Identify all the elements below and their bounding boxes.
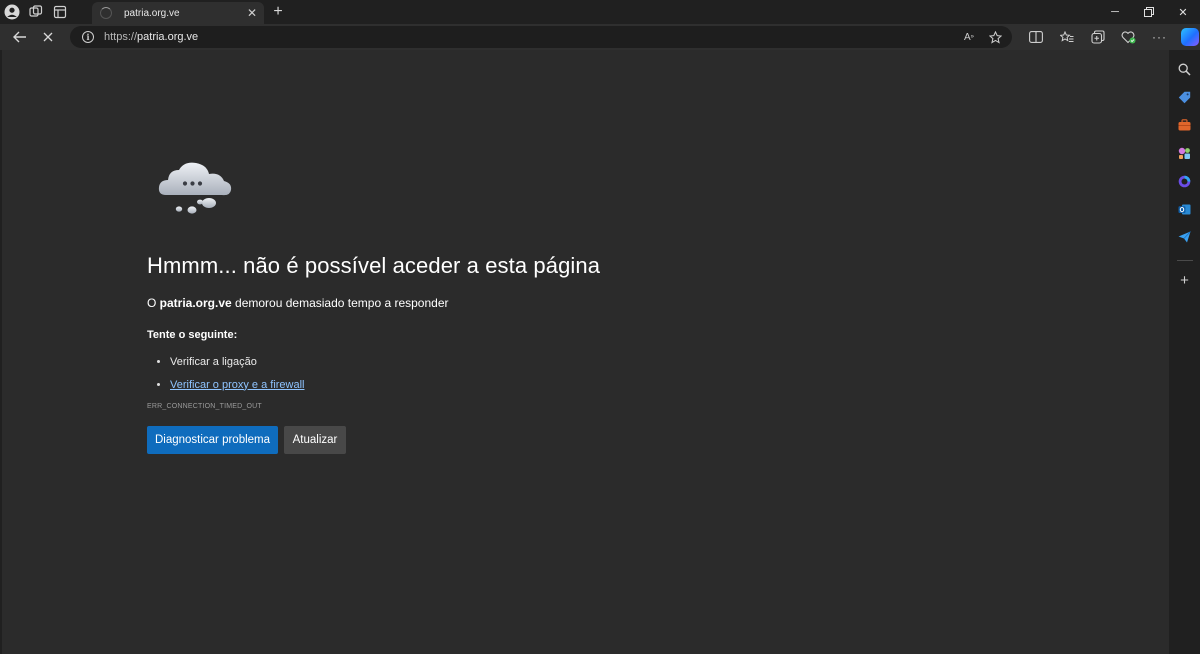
back-icon[interactable]	[6, 24, 34, 50]
split-screen-icon[interactable]	[1020, 24, 1051, 50]
more-icon[interactable]: ···	[1144, 24, 1175, 50]
error-description: O patria.org.ve demorou demasiado tempo …	[147, 296, 449, 310]
browser-essentials-icon[interactable]	[1113, 24, 1144, 50]
close-tab-icon[interactable]: ✕	[244, 5, 260, 21]
stop-icon[interactable]	[34, 24, 62, 50]
cloud-error-icon	[158, 162, 232, 214]
drop-icon[interactable]	[1174, 226, 1196, 248]
check-proxy-firewall-link[interactable]: Verificar o proxy e a firewall	[170, 379, 305, 391]
list-item: Verificar a ligação	[157, 350, 305, 373]
suggestions-list: Verificar a ligação Verificar o proxy e …	[157, 350, 305, 396]
microsoft-365-icon[interactable]	[1174, 170, 1196, 192]
tab-actions-icon[interactable]	[48, 0, 72, 24]
window-controls: ─ ✕	[1098, 0, 1200, 24]
list-item: Verificar o proxy e a firewall	[157, 373, 305, 396]
active-tab[interactable]: patria.org.ve ✕	[92, 2, 264, 24]
restore-icon[interactable]	[1132, 0, 1166, 24]
profile-icon[interactable]	[0, 0, 24, 24]
sidebar: +	[1169, 50, 1200, 654]
favorites-icon[interactable]	[1051, 24, 1082, 50]
outlook-icon[interactable]	[1174, 198, 1196, 220]
close-window-icon[interactable]: ✕	[1166, 0, 1200, 24]
read-aloud-icon[interactable]: A»	[960, 28, 978, 46]
new-tab-button[interactable]: +	[268, 2, 288, 22]
toolbar: ···	[1020, 24, 1199, 50]
search-icon[interactable]	[1174, 58, 1196, 80]
url-text[interactable]: https://patria.org.ve	[104, 31, 198, 43]
suggestions-heading: Tente o seguinte:	[147, 329, 238, 341]
sidebar-divider	[1176, 260, 1193, 261]
loading-spinner-icon	[100, 7, 112, 19]
copilot-icon[interactable]	[1181, 28, 1199, 46]
error-headline: Hmmm... não é possível aceder a esta pág…	[147, 253, 601, 278]
favorite-icon[interactable]	[986, 28, 1004, 46]
games-icon[interactable]	[1174, 142, 1196, 164]
minimize-icon[interactable]: ─	[1098, 0, 1132, 24]
error-host: patria.org.ve	[159, 296, 232, 310]
shopping-icon[interactable]	[1174, 86, 1196, 108]
title-bar: patria.org.ve ✕ + ─ ✕	[0, 0, 1200, 24]
error-code: ERR_CONNECTION_TIMED_OUT	[147, 403, 262, 410]
refresh-button[interactable]: Atualizar	[284, 426, 346, 454]
address-bar[interactable]: i https://patria.org.ve A»	[70, 26, 1012, 48]
diagnose-button[interactable]: Diagnosticar problema	[147, 426, 278, 454]
tab-title: patria.org.ve	[124, 7, 180, 19]
site-info-icon[interactable]: i	[82, 31, 94, 43]
collections-icon[interactable]	[1082, 24, 1113, 50]
workspaces-icon[interactable]	[24, 0, 48, 24]
navigation-bar: i https://patria.org.ve A» ···	[0, 24, 1200, 50]
add-icon[interactable]: +	[1174, 269, 1196, 291]
tools-icon[interactable]	[1174, 114, 1196, 136]
